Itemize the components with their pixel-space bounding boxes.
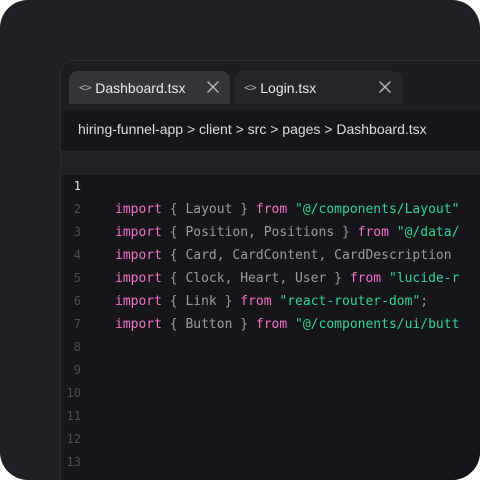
- window-frame: <> Dashboard.tsx <> Login.tsx hiring-fun…: [0, 0, 480, 480]
- code-line[interactable]: 3 import { Card, CardContent, CardDescri…: [61, 198, 480, 263]
- line-number: 14: [61, 474, 81, 480]
- code-editor: <> Dashboard.tsx <> Login.tsx hiring-fun…: [60, 60, 480, 480]
- code-line[interactable]: 10: [61, 359, 480, 400]
- tab-bar: <> Dashboard.tsx <> Login.tsx: [61, 61, 480, 111]
- tab-dashboard[interactable]: <> Dashboard.tsx: [69, 71, 230, 104]
- code-line[interactable]: 13: [61, 428, 480, 469]
- code-line[interactable]: 4 import { Clock, Heart, User } from "lu…: [61, 221, 480, 286]
- tab-login[interactable]: <> Login.tsx: [234, 71, 402, 104]
- tab-label: Login.tsx: [260, 79, 317, 96]
- code-line[interactable]: 7: [61, 290, 480, 331]
- code-line[interactable]: 6 import { Button } from "@/components/u…: [61, 267, 480, 332]
- code-line[interactable]: 11: [61, 382, 480, 423]
- code-line[interactable]: 14: [61, 451, 480, 480]
- code-file-icon: <>: [244, 81, 257, 94]
- code-line[interactable]: 1 import { Layout } from "@/components/L…: [61, 152, 480, 217]
- breadcrumb[interactable]: hiring-funnel-app > client > src > pages…: [78, 121, 427, 137]
- tab-label: Dashboard.tsx: [95, 79, 186, 96]
- close-icon[interactable]: [378, 80, 392, 94]
- code-line[interactable]: 2 import { Position, Positions } from "@…: [61, 175, 480, 240]
- code-area[interactable]: 1 import { Layout } from "@/components/L…: [61, 151, 480, 480]
- code-file-icon: <>: [79, 81, 92, 94]
- close-icon[interactable]: [206, 80, 220, 94]
- code-line[interactable]: 9: [61, 336, 480, 377]
- code-line[interactable]: 5 import { Link } from "react-router-dom…: [61, 244, 480, 309]
- code-line[interactable]: 12: [61, 405, 480, 446]
- code-line[interactable]: 8: [61, 313, 480, 354]
